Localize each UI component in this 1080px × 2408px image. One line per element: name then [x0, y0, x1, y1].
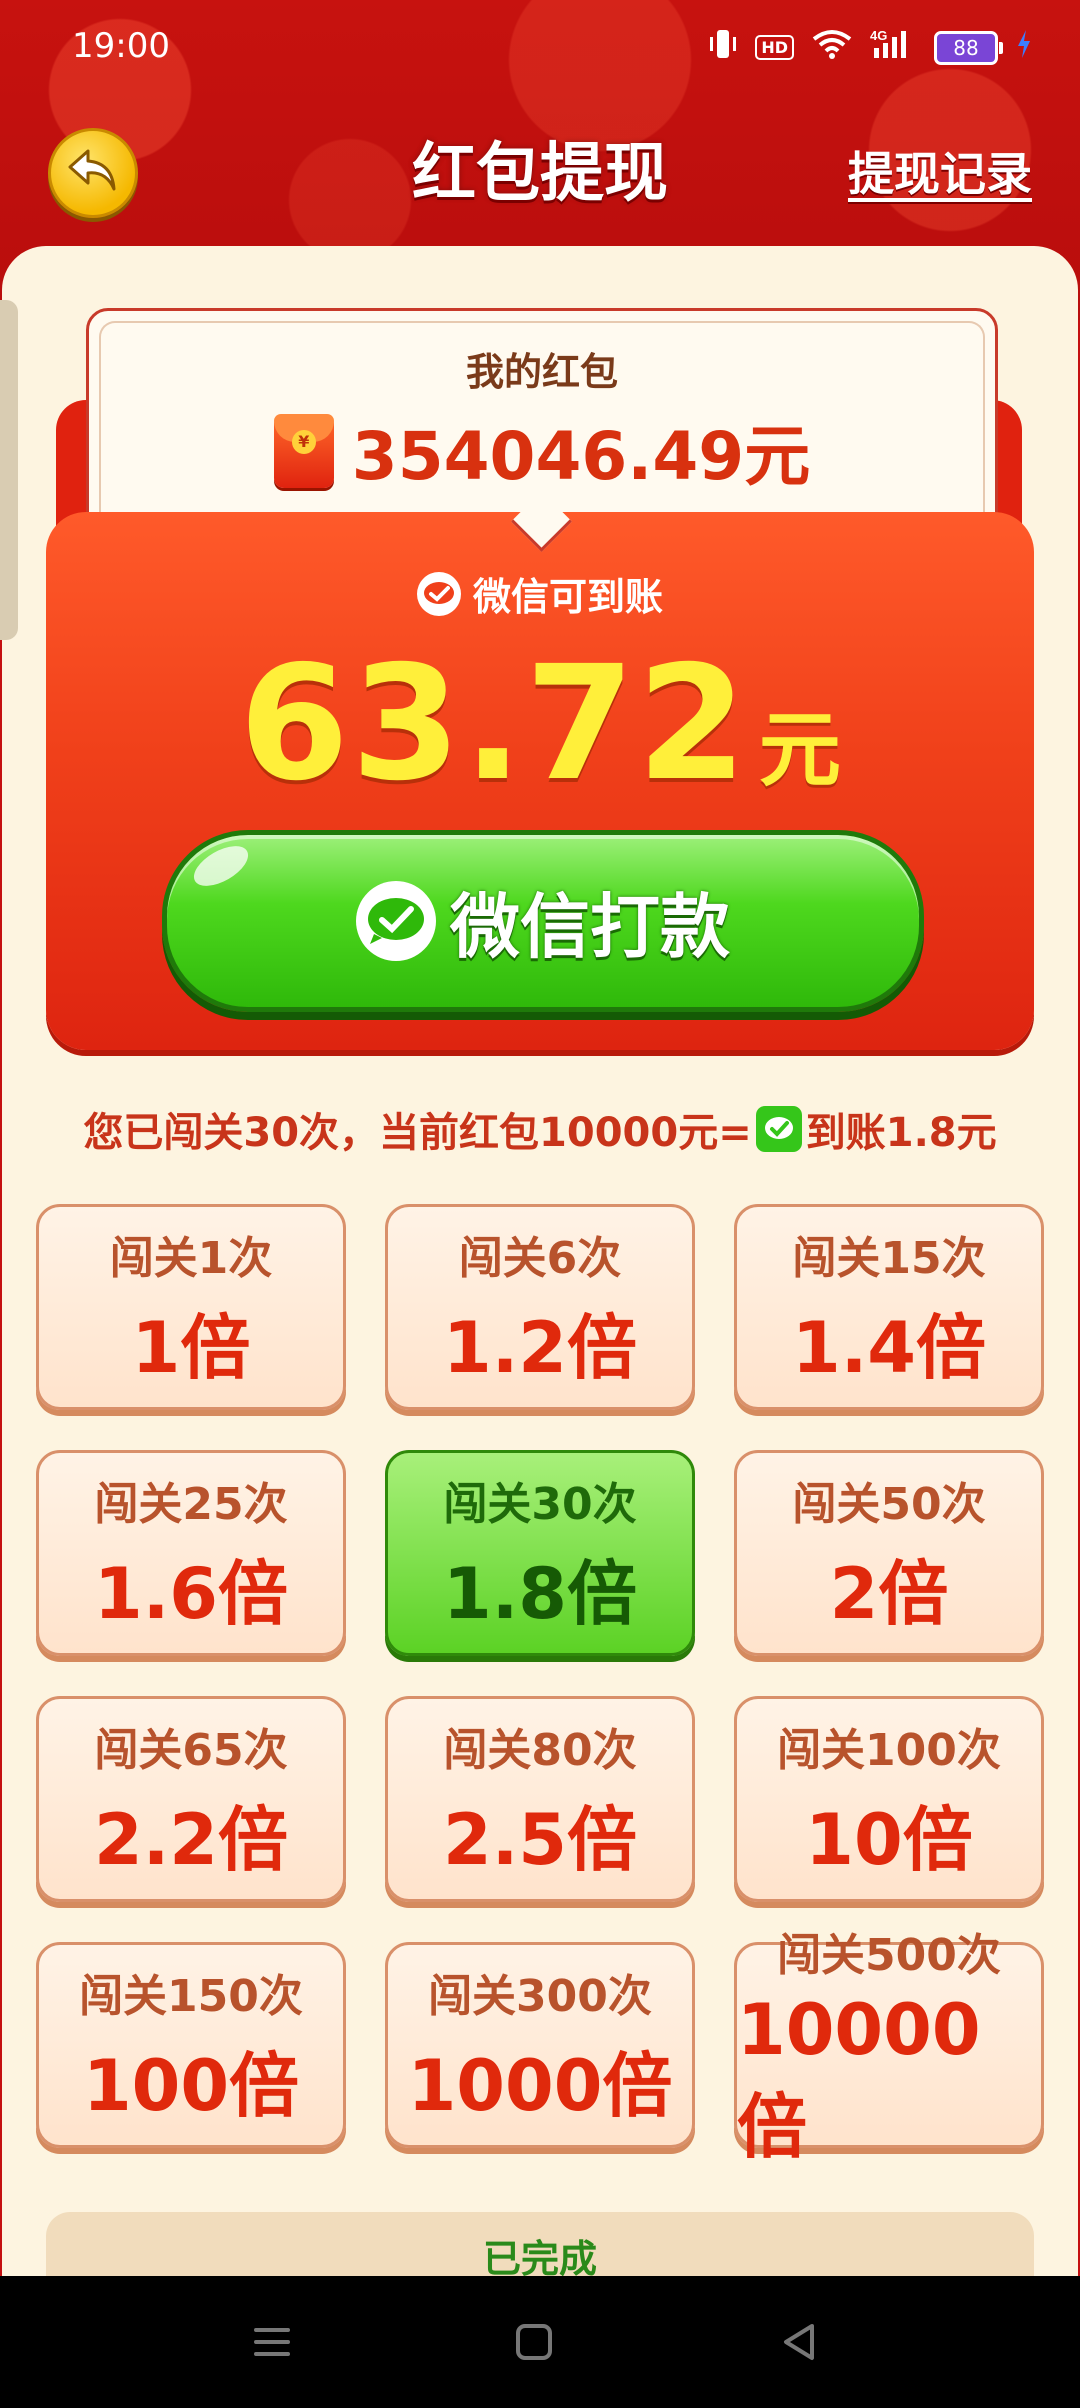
tier-multiplier: 2倍	[829, 1552, 949, 1635]
tier-card[interactable]: 闯关80次 2.5倍	[385, 1696, 695, 1902]
tier-card[interactable]: 闯关1次 1倍	[36, 1204, 346, 1410]
tier-label: 闯关80次	[443, 1724, 637, 1776]
withdraw-record-link[interactable]: 提现记录	[848, 138, 1032, 204]
wechat-available-label: 微信可到账	[472, 575, 663, 619]
tier-multiplier: 1倍	[131, 1306, 251, 1389]
wechat-icon	[755, 1106, 802, 1152]
progress-info-text: 您已闯关30次，当前红包10000元=	[83, 1110, 752, 1156]
battery-icon: 88	[934, 30, 1003, 65]
tier-multiplier: 2.5倍	[442, 1798, 637, 1881]
menu-icon[interactable]	[246, 2316, 298, 2368]
screen: 19:00 HD 4G 88 红包提现 提现记录 我的红包 ¥ 354046.4…	[0, 0, 1080, 2408]
balance-amount: 354046.49元	[351, 418, 811, 495]
wechat-icon	[356, 881, 436, 961]
withdraw-amount-unit: 元	[758, 703, 841, 798]
tier-card[interactable]: 闯关6次 1.2倍	[385, 1204, 695, 1410]
tier-card[interactable]: 闯关300次 1000倍	[385, 1942, 695, 2148]
tier-label: 闯关50次	[792, 1478, 986, 1530]
tier-label: 闯关300次	[428, 1970, 652, 2022]
tier-multiplier: 100倍	[82, 2044, 300, 2127]
tier-multiplier: 10倍	[805, 1798, 973, 1881]
tier-card[interactable]: 闯关500次 10000倍	[734, 1930, 1044, 2168]
wechat-available-row: 微信可到账	[46, 566, 1034, 621]
tier-label: 闯关100次	[777, 1724, 1001, 1776]
progress-info: 您已闯关30次，当前红包10000元= 到账1.8元	[0, 1100, 1080, 1158]
tier-label: 闯关150次	[79, 1970, 303, 2022]
tier-label: 闯关15次	[792, 1232, 986, 1284]
tier-card-active[interactable]: 闯关30次 1.8倍	[385, 1450, 695, 1656]
yuan-coin-icon: ¥	[291, 430, 316, 454]
status-icons: HD 4G 88	[709, 28, 1032, 67]
withdraw-amount: 63.72	[239, 632, 749, 816]
tier-multiplier: 1000倍	[407, 2044, 673, 2127]
tier-card[interactable]: 闯关150次 100倍	[36, 1942, 346, 2148]
tier-multiplier: 1.2倍	[442, 1306, 637, 1389]
tier-multiplier: 10000倍	[737, 1988, 981, 2168]
tier-grid: 闯关1次 1倍 闯关6次 1.2倍 闯关15次 1.4倍 闯关25次 1.6倍 …	[36, 1204, 1044, 2168]
red-packet-icon: ¥	[273, 414, 334, 488]
signal-icon: 4G	[870, 28, 916, 67]
tier-multiplier: 2.2倍	[93, 1798, 288, 1881]
wechat-pay-button[interactable]: 微信打款	[162, 830, 924, 1012]
tier-card[interactable]: 闯关25次 1.6倍	[36, 1450, 346, 1656]
hd-badge: HD	[755, 35, 794, 60]
vibrate-icon	[709, 28, 737, 67]
wechat-pay-label: 微信打款	[450, 885, 730, 968]
tier-card[interactable]: 闯关100次 10倍	[734, 1696, 1044, 1902]
tier-card[interactable]: 闯关50次 2倍	[734, 1450, 1044, 1656]
tier-label: 闯关1次	[109, 1232, 273, 1284]
system-nav-bar	[0, 2276, 1080, 2408]
status-time: 19:00	[72, 26, 170, 66]
progress-info-arrival: 到账1.8元	[805, 1110, 997, 1156]
tier-label: 闯关65次	[94, 1724, 288, 1776]
back-arrow-icon	[66, 147, 120, 199]
home-icon[interactable]	[508, 2316, 560, 2368]
tier-label: 闯关6次	[458, 1232, 622, 1284]
status-bar: 19:00 HD 4G 88	[0, 0, 1080, 90]
balance-row: ¥ 354046.49元	[89, 403, 995, 499]
balance-label: 我的红包	[465, 350, 618, 394]
tier-label: 闯关30次	[443, 1478, 637, 1530]
tier-card[interactable]: 闯关15次 1.4倍	[734, 1204, 1044, 1410]
tier-label: 闯关25次	[94, 1478, 288, 1530]
tier-card[interactable]: 闯关65次 2.2倍	[36, 1696, 346, 1902]
side-drag-handle[interactable]	[0, 300, 18, 640]
withdraw-amount-row: 63.72 元	[46, 632, 1034, 816]
back-button[interactable]	[48, 128, 138, 218]
tier-multiplier: 1.6倍	[93, 1552, 288, 1635]
charging-icon	[1016, 30, 1032, 65]
tier-multiplier: 1.8倍	[442, 1552, 637, 1635]
wechat-icon	[416, 571, 461, 616]
back-triangle-icon[interactable]	[774, 2316, 826, 2368]
svg-text:4G: 4G	[870, 28, 887, 43]
withdraw-panel: 微信可到账 63.72 元 微信打款	[46, 512, 1034, 1050]
wifi-icon	[812, 29, 852, 66]
tier-multiplier: 1.4倍	[791, 1306, 986, 1389]
button-shine	[187, 838, 255, 894]
tier-label: 闯关500次	[777, 1929, 1001, 1981]
